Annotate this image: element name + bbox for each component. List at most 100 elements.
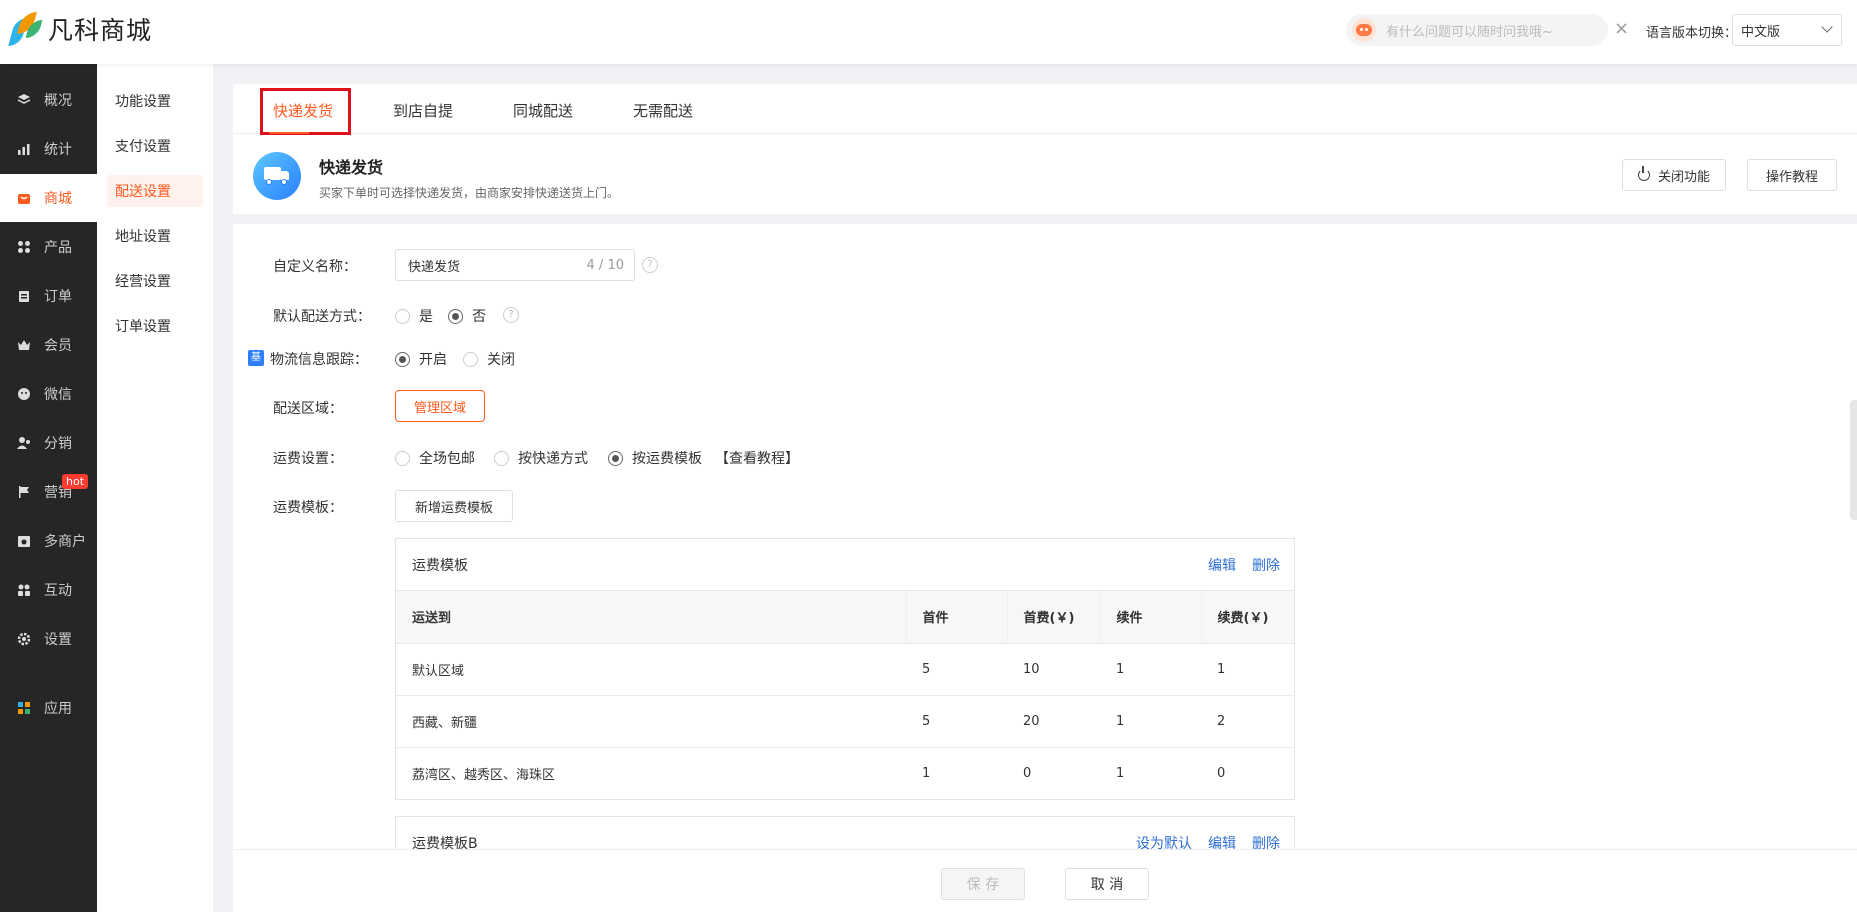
column-header: 续件 [1099,591,1201,644]
sidebar-item-label: 概况 [44,93,72,109]
table-row: 荔湾区、越秀区、海珠区 1 0 1 0 [396,747,1294,799]
radio-dot [448,308,463,324]
chart-icon [16,141,32,157]
view-tutorial-link[interactable]: 【查看教程】 [715,448,799,468]
fee-by-template-radio[interactable]: 按运费模板 [608,448,702,468]
sidebar-item-apps[interactable]: 应用 [0,684,97,732]
sidebar-item-products[interactable]: 产品 [0,223,97,271]
radio-dot [608,450,623,466]
radio-dot [395,450,410,466]
default-yes-radio[interactable]: 是 [395,306,433,326]
flag-icon [16,484,32,500]
subnav-function-settings[interactable]: 功能设置 [107,85,203,117]
char-count: 4 / 10 [586,257,624,273]
cancel-button[interactable]: 取 消 [1065,868,1149,900]
shipping-template-card: 运费模板 编辑 删除 运送到 首件 首费(￥) 续件 续费(￥) 默认区域 5 [395,538,1295,800]
subnav-payment-settings[interactable]: 支付设置 [107,130,203,162]
column-header: 续费(￥) [1200,591,1294,644]
delivery-area-label: 配送区域： [273,401,343,417]
shipping-fee-label: 运费设置： [273,451,343,467]
close-feature-label: 关闭功能 [1657,169,1710,185]
set-default-link[interactable]: 设为默认 [1136,833,1192,849]
tab-store-pickup[interactable]: 到店自提 [393,84,453,134]
language-select[interactable]: 中文版 [1732,14,1842,46]
table-cell: 西藏、新疆 [396,695,906,748]
save-button[interactable]: 保 存 [941,868,1025,900]
sidebar-item-label: 产品 [44,240,72,256]
custom-name-label: 自定义名称： [273,259,357,275]
column-header: 运送到 [396,591,906,644]
help-icon[interactable]: ? [642,257,658,273]
subnav-delivery-settings[interactable]: 配送设置 [107,175,203,207]
fee-free-shipping-radio[interactable]: 全场包邮 [395,448,475,468]
delete-template-link[interactable]: 删除 [1252,833,1280,849]
grid-icon [16,239,32,255]
main-sidebar: 概况 统计 商城 产品 订单 会员 微信 分销 营销 hot 多商户 互动 设置… [0,64,97,912]
manage-area-button[interactable]: 管理区域 [395,390,485,422]
side-scroll-handle[interactable] [1850,400,1857,520]
sidebar-item-orders[interactable]: 订单 [0,272,97,320]
sidebar-item-distribution[interactable]: 分销 [0,419,97,467]
sidebar-item-wechat[interactable]: 微信 [0,370,97,418]
sidebar-item-multi-merchant[interactable]: 多商户 [0,517,97,565]
language-label: 语言版本切换： [1646,26,1738,41]
feature-description: 买家下单时可选择快递发货，由商家安排快递送货上门。 [319,186,620,200]
table-cell: 0 [1023,765,1032,781]
logo-mark-icon [8,10,44,48]
brand-logo[interactable]: 凡科商城 [8,10,152,48]
truck-icon [253,152,301,200]
sidebar-item-settings[interactable]: 设置 [0,615,97,663]
beta-badge: 基 [248,350,264,366]
close-feature-button[interactable]: 关闭功能 [1622,159,1726,191]
help-icon[interactable]: ? [503,307,519,323]
tutorial-button[interactable]: 操作教程 [1747,159,1837,191]
sidebar-item-overview[interactable]: 概况 [0,76,97,124]
radio-label: 否 [472,309,486,325]
sidebar-item-mall[interactable]: 商城 [0,174,97,222]
layers-icon [16,92,32,108]
tracking-label: 物流信息跟踪： [270,352,368,368]
tracking-on-radio[interactable]: 开启 [395,349,447,369]
radio-label: 关闭 [487,352,515,368]
crown-icon [16,337,32,353]
template-header: 运费模板 编辑 删除 [396,539,1294,591]
subnav-business-settings[interactable]: 经营设置 [107,265,203,297]
delete-template-link[interactable]: 删除 [1252,555,1280,575]
sidebar-item-label: 会员 [44,338,72,354]
table-cell: 1 [1100,695,1201,748]
tab-local-delivery[interactable]: 同城配送 [513,84,573,134]
sidebar-item-interaction[interactable]: 互动 [0,566,97,614]
add-template-button[interactable]: 新增运费模板 [395,490,513,522]
close-icon[interactable]: × [1614,18,1629,40]
form-footer: 保 存 取 消 [233,849,1857,912]
sidebar-item-label: 设置 [44,632,72,648]
radio-label: 按快递方式 [518,451,588,467]
tab-no-delivery[interactable]: 无需配送 [633,84,693,134]
tab-active-underline [269,132,309,134]
radio-dot [395,351,410,367]
sidebar-item-stats[interactable]: 统计 [0,125,97,173]
subnav-address-settings[interactable]: 地址设置 [107,220,203,252]
tracking-off-radio[interactable]: 关闭 [463,349,515,369]
ai-assistant-input[interactable]: 有什么问题可以随时问我哦~ [1346,14,1608,46]
custom-name-input[interactable]: 快递发货 4 / 10 [395,249,635,281]
radio-label: 是 [419,309,433,325]
sidebar-item-marketing[interactable]: 营销 hot [0,468,97,516]
fee-by-express-radio[interactable]: 按快递方式 [494,448,588,468]
interact-icon [16,582,32,598]
table-cell: 默认区域 [396,643,906,696]
edit-template-link[interactable]: 编辑 [1208,833,1236,849]
default-no-radio[interactable]: 否 [448,306,486,326]
delivery-tabs: 快递发货 到店自提 同城配送 无需配送 [233,84,1857,135]
chevron-down-icon [1821,21,1833,33]
sub-sidebar: 功能设置 支付设置 配送设置 地址设置 经营设置 订单设置 [97,64,213,912]
sidebar-item-label: 统计 [44,142,72,158]
edit-template-link[interactable]: 编辑 [1208,555,1236,575]
subnav-order-settings[interactable]: 订单设置 [107,310,203,342]
template-name: 运费模板B [412,835,478,850]
sidebar-item-members[interactable]: 会员 [0,321,97,369]
shipping-template-card-b: 运费模板B 设为默认 编辑 删除 [395,816,1295,849]
template-name: 运费模板 [412,557,468,574]
tab-express[interactable]: 快递发货 [273,84,333,134]
sidebar-item-label: 分销 [44,436,72,452]
